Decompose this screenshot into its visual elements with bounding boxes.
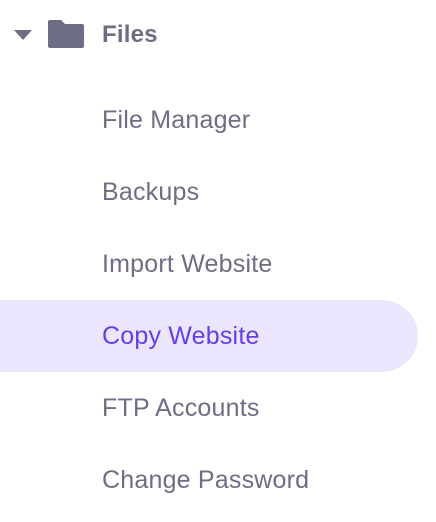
menu-item-import-website[interactable]: Import Website bbox=[0, 228, 436, 300]
menu-item-file-manager[interactable]: File Manager bbox=[0, 84, 436, 156]
menu-item-label: Copy Website bbox=[102, 322, 260, 350]
caret-down-icon[interactable] bbox=[13, 29, 33, 41]
menu-item-label: Change Password bbox=[102, 466, 310, 494]
menu-item-backups[interactable]: Backups bbox=[0, 156, 436, 228]
menu-item-label: FTP Accounts bbox=[102, 394, 260, 422]
folder-icon bbox=[48, 20, 84, 48]
menu-item-label: Import Website bbox=[102, 250, 273, 278]
section-title: Files bbox=[102, 21, 158, 48]
files-section-header[interactable]: Files bbox=[0, 10, 436, 60]
menu-item-copy-website[interactable]: Copy Website bbox=[0, 300, 436, 372]
menu-item-change-password[interactable]: Change Password bbox=[0, 444, 436, 516]
menu-item-ftp-accounts[interactable]: FTP Accounts bbox=[0, 372, 436, 444]
menu-item-label: File Manager bbox=[102, 106, 251, 134]
files-submenu: File Manager Backups Import Website Copy… bbox=[0, 84, 436, 516]
menu-item-label: Backups bbox=[102, 178, 200, 206]
